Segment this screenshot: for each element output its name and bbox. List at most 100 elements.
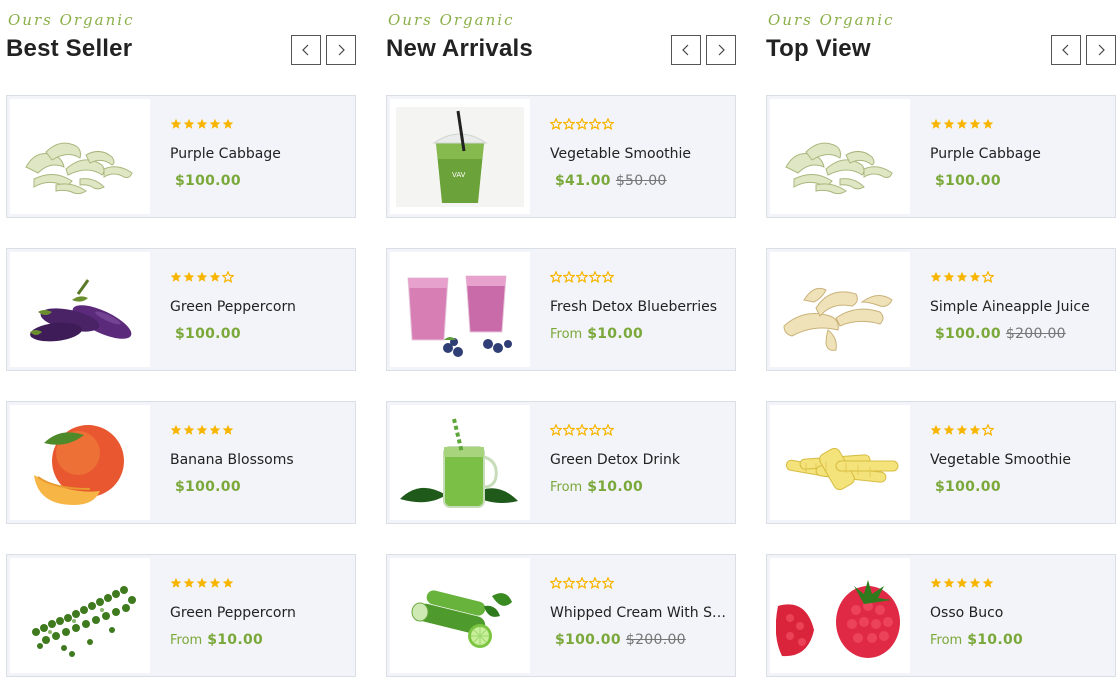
star-icon [576, 118, 588, 130]
product-name[interactable]: Green Peppercorn [170, 605, 350, 621]
berry-smoothies-image [407, 275, 512, 357]
product-price: $100.00 [175, 326, 241, 342]
green-detox-jar-image [400, 418, 518, 508]
product-name[interactable]: Purple Cabbage [170, 146, 350, 162]
star-icon [602, 577, 614, 589]
star-icon [550, 118, 562, 130]
star-icon [943, 424, 955, 435]
product-name[interactable]: Banana Blossoms [170, 452, 350, 468]
product-card[interactable]: VAV Vegetable Smoothie $41.00 $50.00 [386, 95, 736, 218]
star-icon [550, 271, 562, 283]
product-image[interactable] [770, 558, 910, 673]
next-button[interactable] [706, 35, 736, 65]
product-info: Green Detox Drink From $10.00 [530, 402, 735, 523]
star-icon [589, 424, 601, 436]
star-icon [196, 424, 208, 435]
rating-stars [170, 271, 355, 285]
star-icon [602, 271, 614, 283]
star-icon [943, 271, 955, 282]
section-eyebrow: Ours Organic [388, 11, 515, 29]
product-image[interactable] [390, 405, 530, 520]
product-name[interactable]: Osso Buco [930, 605, 1110, 621]
product-name[interactable]: Simple Aineapple Juice [930, 299, 1110, 315]
baby-corn-image [785, 447, 899, 490]
product-info: Whipped Cream With St... $100.00 $200.00 [530, 555, 735, 676]
star-icon [930, 271, 942, 282]
product-card[interactable]: Green Detox Drink From $10.00 [386, 401, 736, 524]
product-image[interactable] [770, 99, 910, 214]
product-image[interactable] [390, 558, 530, 673]
prev-button[interactable] [671, 35, 701, 65]
product-name[interactable]: Fresh Detox Blueberries [550, 299, 730, 315]
product-name[interactable]: Vegetable Smoothie [550, 146, 730, 162]
price-from-label: From [170, 633, 203, 648]
product-image[interactable] [10, 405, 150, 520]
chevron-left-icon [302, 44, 309, 56]
eggplants-image [30, 278, 132, 341]
product-card[interactable]: Vegetable Smoothie $100.00 [766, 401, 1116, 524]
product-image[interactable] [10, 558, 150, 673]
product-name[interactable]: Purple Cabbage [930, 146, 1110, 162]
star-icon [589, 577, 601, 589]
price-line: From $10.00 [550, 326, 735, 342]
product-info: Simple Aineapple Juice $100.00 $200.00 [910, 249, 1115, 370]
rating-stars [170, 118, 355, 132]
star-icon [170, 118, 182, 129]
section-title: New Arrivals [386, 35, 533, 62]
product-price: $100.00 [935, 326, 1001, 342]
star-icon [982, 424, 994, 436]
star-icon [576, 577, 588, 589]
star-icon [969, 118, 981, 129]
product-name[interactable]: Green Peppercorn [170, 299, 350, 315]
star-icon [550, 577, 562, 589]
product-name[interactable]: Green Detox Drink [550, 452, 730, 468]
product-image[interactable] [390, 252, 530, 367]
product-old-price: $50.00 [615, 173, 667, 189]
product-card[interactable]: Green Peppercorn From $10.00 [6, 554, 356, 677]
prev-button[interactable] [291, 35, 321, 65]
product-card[interactable]: Banana Blossoms $100.00 [6, 401, 356, 524]
product-image[interactable] [770, 252, 910, 367]
star-icon [550, 424, 562, 436]
cucumber-lime-image [411, 589, 512, 648]
star-icon [982, 577, 994, 588]
price-line: $100.00 [170, 479, 355, 495]
product-card[interactable]: Green Peppercorn $100.00 [6, 248, 356, 371]
product-card[interactable]: Purple Cabbage $100.00 [766, 95, 1116, 218]
product-card[interactable]: Osso Buco From $10.00 [766, 554, 1116, 677]
carousel-nav [291, 35, 356, 65]
product-name[interactable]: Vegetable Smoothie [930, 452, 1110, 468]
star-icon [563, 118, 575, 130]
product-card[interactable]: Purple Cabbage $100.00 [6, 95, 356, 218]
product-image[interactable] [10, 99, 150, 214]
star-icon [930, 577, 942, 588]
product-card[interactable]: Fresh Detox Blueberries From $10.00 [386, 248, 736, 371]
product-card[interactable]: Simple Aineapple Juice $100.00 $200.00 [766, 248, 1116, 371]
product-image[interactable]: VAV [390, 99, 530, 214]
rating-stars [550, 118, 735, 132]
star-icon [209, 577, 221, 588]
product-image[interactable] [770, 405, 910, 520]
prev-button[interactable] [1051, 35, 1081, 65]
rating-stars [930, 271, 1115, 285]
price-from-label: From [550, 327, 583, 342]
next-button[interactable] [1086, 35, 1116, 65]
section-eyebrow: Ours Organic [8, 11, 135, 29]
star-icon [170, 271, 182, 282]
next-button[interactable] [326, 35, 356, 65]
product-image[interactable] [10, 252, 150, 367]
product-price: $41.00 [555, 173, 611, 189]
star-icon [602, 424, 614, 436]
green-peppercorn-image [32, 585, 136, 657]
star-icon [956, 118, 968, 129]
star-icon [969, 271, 981, 282]
star-icon [183, 424, 195, 435]
price-line: $100.00 [930, 479, 1115, 495]
price-line: $100.00 [170, 326, 355, 342]
product-name[interactable]: Whipped Cream With St... [550, 605, 730, 621]
rating-stars [930, 577, 1115, 591]
star-icon [969, 424, 981, 435]
product-old-price: $200.00 [1005, 326, 1066, 342]
product-card[interactable]: Whipped Cream With St... $100.00 $200.00 [386, 554, 736, 677]
star-icon [196, 271, 208, 282]
